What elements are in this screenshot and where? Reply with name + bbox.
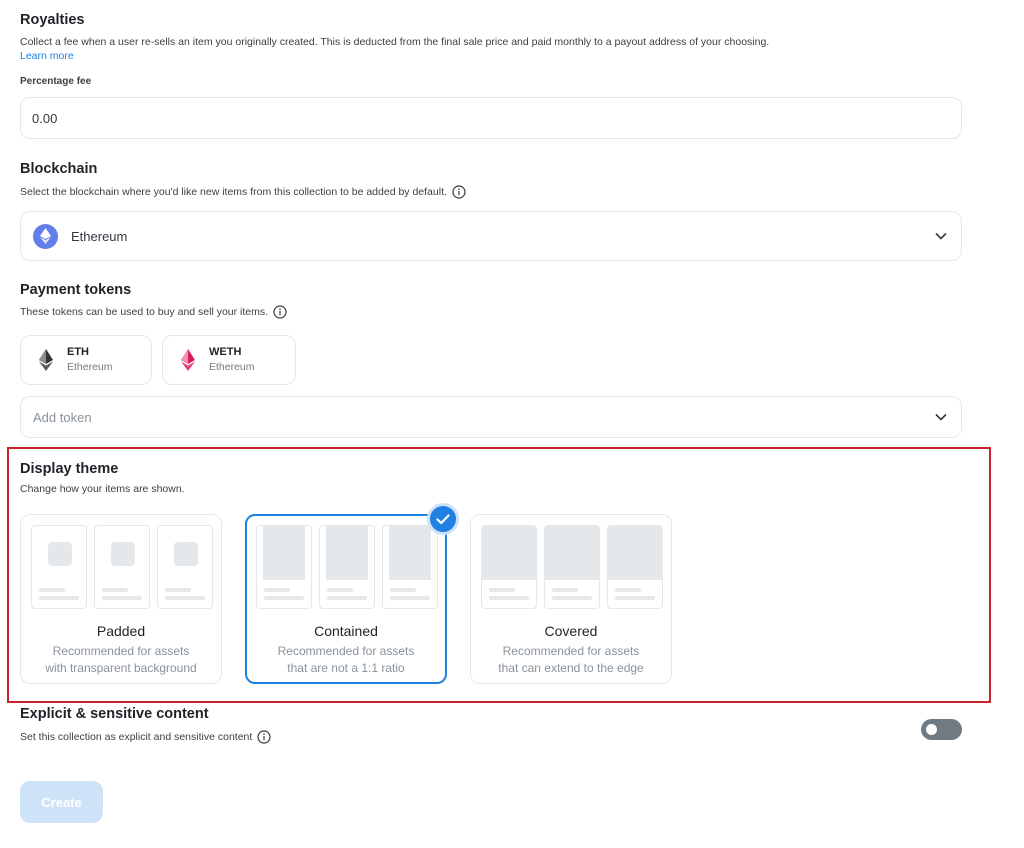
theme-preview-tile bbox=[607, 525, 663, 609]
display-theme-title: Display theme bbox=[20, 461, 119, 477]
token-network: Ethereum bbox=[67, 361, 113, 373]
payment-tokens-description: These tokens can be used to buy and sell… bbox=[20, 305, 287, 319]
blockchain-selected-value: Ethereum bbox=[71, 228, 128, 244]
theme-description-line: Recommended for assets bbox=[277, 644, 415, 658]
theme-description-line: that can extend to the edge bbox=[498, 661, 644, 675]
learn-more-link[interactable]: Learn more bbox=[20, 50, 74, 62]
theme-description: Recommended for assets with transparent … bbox=[21, 643, 221, 677]
theme-preview-tile bbox=[319, 525, 375, 609]
theme-description-line: that are not a 1:1 ratio bbox=[287, 661, 405, 675]
info-icon[interactable] bbox=[452, 185, 466, 199]
theme-preview-tile bbox=[31, 525, 87, 609]
blockchain-title: Blockchain bbox=[20, 161, 98, 177]
payment-tokens-title: Payment tokens bbox=[20, 282, 132, 298]
blockchain-description: Select the blockchain where you'd like n… bbox=[20, 185, 466, 199]
weth-icon bbox=[181, 349, 195, 371]
royalties-description: Collect a fee when a user re-sells an it… bbox=[20, 36, 770, 48]
token-card-eth[interactable]: ETH Ethereum bbox=[20, 335, 152, 385]
explicit-content-description-text: Set this collection as explicit and sens… bbox=[20, 731, 253, 743]
token-card-weth[interactable]: WETH Ethereum bbox=[162, 335, 296, 385]
theme-preview-tile bbox=[544, 525, 600, 609]
theme-name: Contained bbox=[314, 623, 378, 639]
selected-check-icon bbox=[427, 503, 459, 535]
token-symbol: WETH bbox=[209, 346, 242, 358]
percentage-fee-input[interactable]: 0.00 bbox=[20, 97, 962, 139]
theme-preview-tile bbox=[382, 525, 438, 609]
explicit-content-title: Explicit & sensitive content bbox=[20, 706, 209, 722]
theme-option-covered[interactable]: Covered Recommended for assets that can … bbox=[470, 514, 672, 684]
percentage-fee-value: 0.00 bbox=[32, 110, 58, 126]
info-icon[interactable] bbox=[257, 730, 271, 744]
theme-preview-tile bbox=[256, 525, 312, 609]
ethereum-icon bbox=[33, 223, 58, 249]
toggle-knob bbox=[926, 724, 937, 735]
explicit-content-toggle[interactable] bbox=[921, 719, 962, 740]
theme-preview-tile bbox=[157, 525, 213, 609]
theme-name: Padded bbox=[96, 623, 146, 639]
blockchain-description-text: Select the blockchain where you'd like n… bbox=[20, 186, 447, 198]
eth-icon bbox=[39, 349, 53, 371]
theme-name: Covered bbox=[544, 623, 598, 639]
chevron-down-icon bbox=[935, 413, 947, 421]
theme-preview-tile bbox=[481, 525, 537, 609]
theme-option-padded[interactable]: Padded Recommended for assets with trans… bbox=[20, 514, 222, 684]
percentage-fee-label: Percentage fee bbox=[20, 76, 92, 87]
token-network: Ethereum bbox=[209, 361, 255, 373]
blockchain-select[interactable]: Ethereum bbox=[20, 211, 962, 261]
payment-tokens-description-text: These tokens can be used to buy and sell… bbox=[20, 306, 269, 318]
theme-description-line: with transparent background bbox=[45, 661, 197, 675]
theme-description: Recommended for assets that are not a 1:… bbox=[247, 643, 445, 677]
info-icon[interactable] bbox=[273, 305, 287, 319]
theme-option-contained[interactable]: Contained Recommended for assets that ar… bbox=[245, 514, 447, 684]
create-button[interactable]: Create bbox=[20, 781, 103, 823]
theme-preview-tile bbox=[94, 525, 150, 609]
display-theme-description: Change how your items are shown. bbox=[20, 483, 185, 495]
token-symbol: ETH bbox=[67, 346, 89, 358]
explicit-content-description: Set this collection as explicit and sens… bbox=[20, 730, 271, 744]
theme-description: Recommended for assets that can extend t… bbox=[471, 643, 671, 677]
theme-description-line: Recommended for assets bbox=[502, 644, 640, 658]
add-token-select[interactable]: Add token bbox=[20, 396, 962, 438]
royalties-title: Royalties bbox=[20, 12, 85, 28]
theme-description-line: Recommended for assets bbox=[52, 644, 190, 658]
add-token-placeholder: Add token bbox=[33, 409, 92, 425]
chevron-down-icon bbox=[935, 232, 947, 240]
